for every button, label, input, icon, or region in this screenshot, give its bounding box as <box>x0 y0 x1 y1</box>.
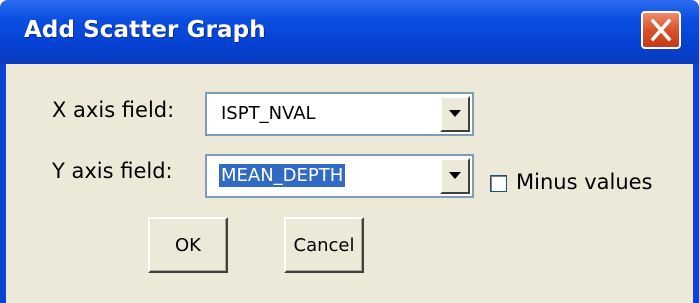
x-axis-field-label: X axis field: <box>52 98 175 122</box>
title-bar[interactable]: Add Scatter Graph <box>0 0 699 64</box>
minus-values-label[interactable]: Minus values <box>516 170 653 194</box>
cancel-button[interactable]: Cancel <box>284 217 364 273</box>
y-axis-dropdown-button[interactable] <box>440 158 470 194</box>
close-icon <box>650 18 672 42</box>
y-axis-field-label: Y axis field: <box>52 159 173 183</box>
add-scatter-graph-dialog: Add Scatter Graph X axis field: ISPT_NVA… <box>0 0 699 303</box>
minus-values-checkbox[interactable] <box>490 175 507 192</box>
x-axis-field-value: ISPT_NVAL <box>221 103 316 124</box>
dialog-body: X axis field: ISPT_NVAL Y axis field: ME… <box>6 64 693 303</box>
x-axis-field-select[interactable]: ISPT_NVAL <box>205 92 474 136</box>
dialog-title: Add Scatter Graph <box>24 17 266 43</box>
x-axis-dropdown-button[interactable] <box>440 96 470 132</box>
y-axis-field-select[interactable]: MEAN_DEPTH <box>205 154 474 198</box>
y-axis-field-value: MEAN_DEPTH <box>217 163 347 188</box>
close-button[interactable] <box>641 11 681 49</box>
ok-button[interactable]: OK <box>148 217 228 273</box>
